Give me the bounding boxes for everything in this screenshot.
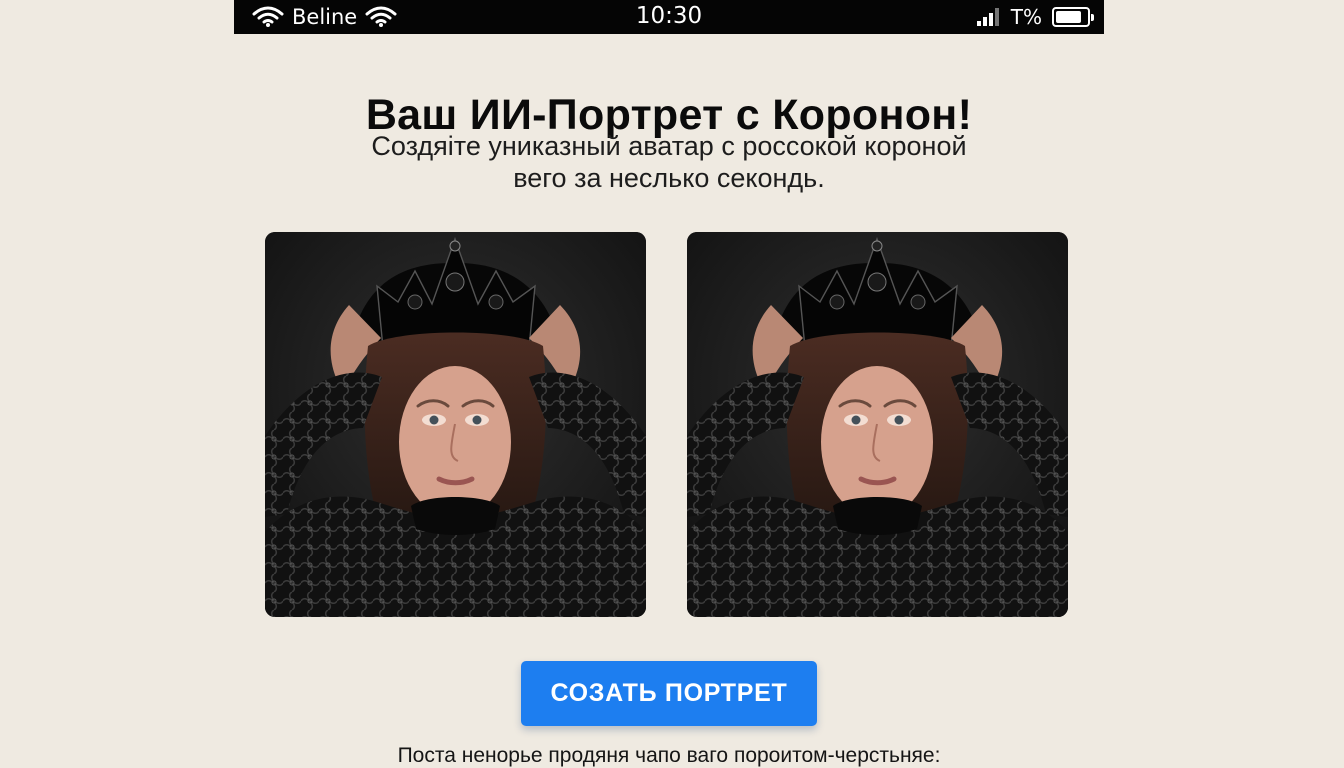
status-bar: Beline 10:30 T% [234, 0, 1104, 34]
subtitle: Создяіте униказный аватар с россокой кор… [234, 130, 1104, 194]
battery-icon [1052, 7, 1094, 27]
portrait-image [687, 232, 1068, 617]
battery-percentage: T% [1010, 5, 1042, 29]
signal-icon [976, 8, 1005, 26]
portrait-preview-left [265, 232, 646, 617]
subtitle-line-2: вего за несль­ко секондь. [513, 163, 825, 193]
create-portrait-button[interactable]: СОЗАТЬ ПОРТРЕТ [521, 661, 817, 726]
subtitle-line-1: Создяіте униказный аватар с россокой кор… [371, 131, 967, 161]
portrait-image [265, 232, 646, 617]
portrait-preview-right [687, 232, 1068, 617]
status-time: 10:30 [635, 3, 703, 29]
status-right: T% [976, 5, 1094, 29]
footer-text: Поста ненорье продяня чапо ваго пороитом… [397, 744, 941, 767]
